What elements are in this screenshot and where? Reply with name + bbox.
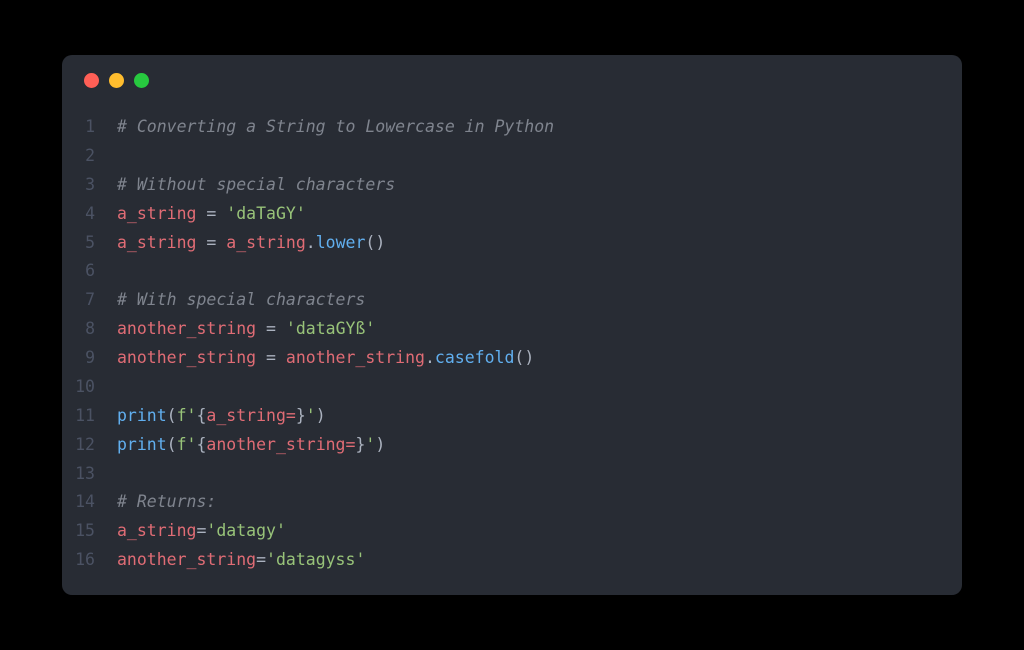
identifier: another_string (286, 348, 425, 367)
identifier: another_string (117, 319, 256, 338)
code-line: 14 # Returns: (62, 488, 962, 517)
builtin-function: print (117, 435, 167, 454)
identifier: another_string (117, 550, 256, 569)
punctuation: ( (167, 435, 177, 454)
string-quote: ' (206, 521, 216, 540)
fstring-brace: { (196, 435, 206, 454)
string-quote: ' (187, 406, 197, 425)
minimize-icon[interactable] (109, 73, 124, 88)
line-number: 13 (62, 460, 117, 489)
comment: # Converting a String to Lowercase in Py… (117, 117, 554, 136)
string-quote: ' (365, 435, 375, 454)
string-quote: ' (187, 435, 197, 454)
operator: = (196, 521, 206, 540)
operator: = (196, 233, 226, 252)
code-line: 9 another_string = another_string.casefo… (62, 344, 962, 373)
punctuation: ) (375, 435, 385, 454)
line-number: 15 (62, 517, 117, 546)
fstring-brace: { (196, 406, 206, 425)
code-line: 12 print(f'{another_string=}') (62, 431, 962, 460)
code-line: 16 another_string='datagyss' (62, 546, 962, 575)
fstring-expr: a_string= (206, 406, 295, 425)
fstring-brace: } (296, 406, 306, 425)
string-literal: daTaGY (236, 204, 296, 223)
line-number: 6 (62, 257, 117, 286)
string-quote: ' (296, 204, 306, 223)
identifier: a_string (117, 521, 196, 540)
close-icon[interactable] (84, 73, 99, 88)
line-number: 11 (62, 402, 117, 431)
punctuation: . (306, 233, 316, 252)
comment: # Without special characters (117, 175, 395, 194)
line-number: 16 (62, 546, 117, 575)
operator: = (256, 348, 286, 367)
code-line: 8 another_string = 'dataGYß' (62, 315, 962, 344)
operator: = (256, 550, 266, 569)
method-call: casefold (435, 348, 514, 367)
line-number: 12 (62, 431, 117, 460)
code-line: 5 a_string = a_string.lower() (62, 229, 962, 258)
code-window: 1 # Converting a String to Lowercase in … (62, 55, 962, 595)
code-editor: 1 # Converting a String to Lowercase in … (62, 105, 962, 595)
method-call: lower (316, 233, 366, 252)
line-number: 9 (62, 344, 117, 373)
line-number: 7 (62, 286, 117, 315)
punctuation: ) (316, 406, 326, 425)
line-number: 8 (62, 315, 117, 344)
code-line: 6 (62, 257, 962, 286)
fstring-prefix: f (177, 435, 187, 454)
builtin-function: print (117, 406, 167, 425)
fstring-prefix: f (177, 406, 187, 425)
string-literal: dataGYß (296, 319, 366, 338)
fstring-brace: } (355, 435, 365, 454)
string-quote: ' (276, 521, 286, 540)
comment: # Returns: (117, 492, 216, 511)
string-quote: ' (306, 406, 316, 425)
string-quote: ' (286, 319, 296, 338)
code-line: 4 a_string = 'daTaGY' (62, 200, 962, 229)
punctuation: () (514, 348, 534, 367)
code-line: 7 # With special characters (62, 286, 962, 315)
line-number: 3 (62, 171, 117, 200)
line-number: 5 (62, 229, 117, 258)
code-line: 2 (62, 142, 962, 171)
titlebar (62, 55, 962, 105)
identifier: another_string (117, 348, 256, 367)
punctuation: () (365, 233, 385, 252)
code-line: 3 # Without special characters (62, 171, 962, 200)
line-number: 14 (62, 488, 117, 517)
code-line: 15 a_string='datagy' (62, 517, 962, 546)
maximize-icon[interactable] (134, 73, 149, 88)
code-line: 10 (62, 373, 962, 402)
line-number: 1 (62, 113, 117, 142)
operator: = (196, 204, 226, 223)
string-quote: ' (226, 204, 236, 223)
identifier: a_string (117, 233, 196, 252)
string-literal: datagy (216, 521, 276, 540)
fstring-expr: another_string= (206, 435, 355, 454)
line-number: 4 (62, 200, 117, 229)
code-line: 13 (62, 460, 962, 489)
identifier: a_string (117, 204, 196, 223)
punctuation: ( (167, 406, 177, 425)
string-quote: ' (355, 550, 365, 569)
string-literal: datagyss (276, 550, 355, 569)
line-number: 10 (62, 373, 117, 402)
identifier: a_string (226, 233, 305, 252)
string-quote: ' (365, 319, 375, 338)
punctuation: . (425, 348, 435, 367)
line-number: 2 (62, 142, 117, 171)
code-line: 1 # Converting a String to Lowercase in … (62, 113, 962, 142)
code-line: 11 print(f'{a_string=}') (62, 402, 962, 431)
string-quote: ' (266, 550, 276, 569)
comment: # With special characters (117, 290, 365, 309)
operator: = (256, 319, 286, 338)
